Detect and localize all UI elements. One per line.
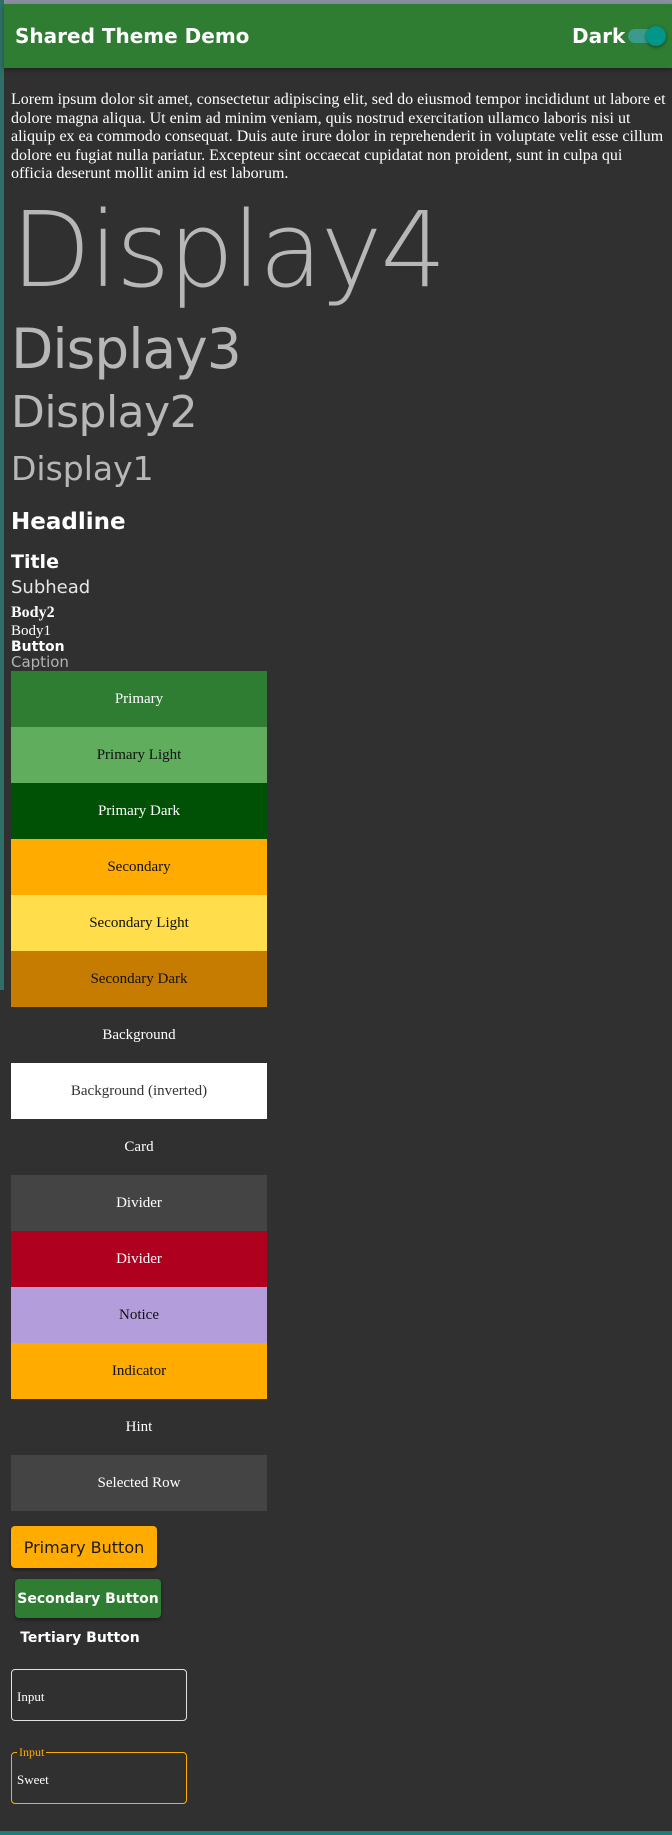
dark-mode-switch[interactable]: [624, 26, 666, 46]
sweet-input-legend: Input: [17, 1745, 47, 1760]
typography-body1: Body1: [11, 623, 52, 639]
color-swatch: Card: [11, 1119, 267, 1175]
color-swatch: Notice: [11, 1287, 267, 1343]
input-field-label: Input: [17, 1689, 45, 1704]
color-swatch: Secondary Dark: [11, 951, 267, 1007]
typography-subhead: Subhead: [11, 577, 91, 598]
color-swatch: Primary Dark: [11, 783, 267, 839]
color-swatch: Background (inverted): [11, 1063, 267, 1119]
dark-toggle-label: Dark: [572, 24, 626, 48]
typography-caption: Caption: [11, 653, 69, 671]
color-swatch: Secondary Light: [11, 895, 267, 951]
window-bottom-edge: [0, 1831, 672, 1835]
tertiary-button[interactable]: Tertiary Button: [15, 1625, 145, 1651]
typography-body2: Body2: [11, 604, 55, 621]
color-swatch-list: Primary Primary Light Primary Dark Secondar…: [11, 671, 267, 1511]
typography-display1: Display1: [11, 449, 154, 488]
switch-thumb[interactable]: [646, 26, 666, 46]
color-swatch: Background: [11, 1007, 267, 1063]
app-title: Shared Theme Demo: [15, 24, 250, 48]
sweet-input-value: Sweet: [17, 1772, 49, 1787]
color-swatch: Divider: [11, 1175, 267, 1231]
typography-display3: Display3: [11, 317, 242, 381]
color-swatch: Secondary: [11, 839, 267, 895]
lorem-paragraph: Lorem ipsum dolor sit amet, consectetur …: [11, 91, 666, 182]
color-swatch: Indicator: [11, 1343, 267, 1399]
color-swatch: Selected Row: [11, 1455, 267, 1511]
typography-button: Button: [11, 639, 65, 655]
typography-headline: Headline: [11, 509, 126, 535]
typography-display4: Display4: [11, 189, 447, 311]
typography-title: Title: [11, 551, 59, 573]
input-field[interactable]: Input: [11, 1669, 187, 1721]
typography-display2: Display2: [11, 387, 198, 438]
sweet-input-field[interactable]: Input Sweet: [11, 1745, 187, 1804]
color-swatch: Divider: [11, 1231, 267, 1287]
color-swatch: Primary Light: [11, 727, 267, 783]
window-left-edge: [0, 0, 4, 990]
app-bar: Shared Theme Demo Dark: [4, 4, 672, 68]
color-swatch: Hint: [11, 1399, 267, 1455]
secondary-button[interactable]: Secondary Button: [15, 1579, 161, 1618]
color-swatch: Primary: [11, 671, 267, 727]
primary-button[interactable]: Primary Button: [11, 1526, 157, 1568]
